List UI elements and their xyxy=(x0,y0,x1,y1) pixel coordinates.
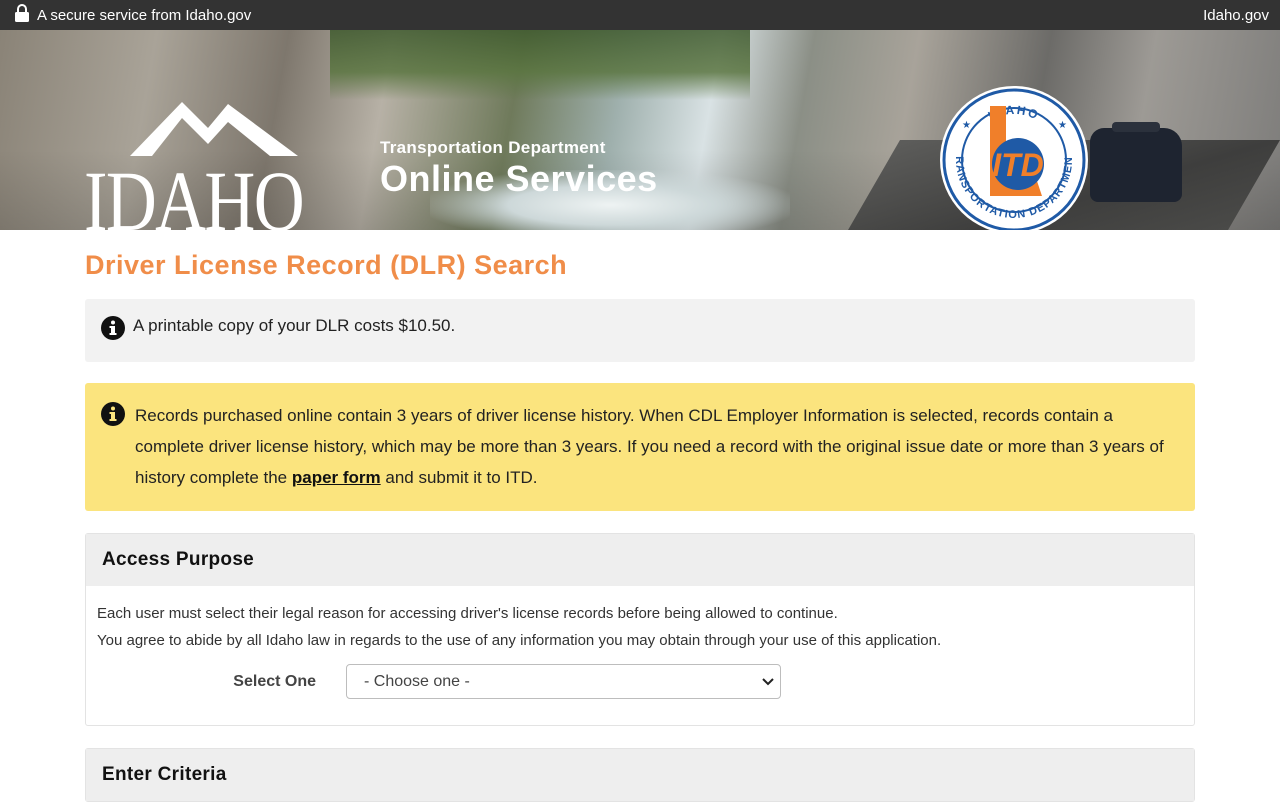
header-banner: IDAHO Transportation Department Online S… xyxy=(0,30,1280,230)
access-instructions-line2: You agree to abide by all Idaho law in r… xyxy=(97,632,942,649)
purpose-select-row: Select One - Choose one - xyxy=(97,664,1183,699)
enter-criteria-heading: Enter Criteria xyxy=(86,749,1194,801)
dept-title: Online Services xyxy=(380,158,658,199)
chevron-down-icon xyxy=(762,668,774,695)
access-instructions-line1: Each user must select their legal reason… xyxy=(97,605,838,622)
history-text-before: Records purchased online contain 3 years… xyxy=(135,406,1164,487)
cost-notice: A printable copy of your DLR costs $10.5… xyxy=(85,299,1195,362)
itd-seal-logo: IDAHO TRANSPORTATION DEPARTMENT ITD ★ ★ xyxy=(938,84,1088,230)
main-content: Driver License Record (DLR) Search A pri… xyxy=(85,250,1195,802)
info-icon xyxy=(101,316,125,345)
svg-text:★: ★ xyxy=(1058,120,1067,131)
cost-text: A printable copy of your DLR costs $10.5… xyxy=(133,316,456,335)
banner-car xyxy=(1090,122,1182,202)
page-title: Driver License Record (DLR) Search xyxy=(85,250,568,280)
access-purpose-body: Each user must select their legal reason… xyxy=(86,586,1194,725)
idaho-gov-link[interactable]: Idaho.gov xyxy=(1203,7,1269,24)
svg-text:★: ★ xyxy=(962,120,971,131)
access-purpose-heading: Access Purpose xyxy=(86,534,1194,586)
mountain-logo-icon xyxy=(130,102,298,156)
idaho-logo[interactable]: IDAHO xyxy=(84,94,344,230)
idaho-wordmark: IDAHO xyxy=(84,153,305,230)
secure-notice: A secure service from Idaho.gov xyxy=(14,4,251,26)
enter-criteria-panel: Enter Criteria xyxy=(85,748,1195,802)
history-text-after: and submit it to ITD. xyxy=(380,468,538,487)
paper-form-link[interactable]: paper form xyxy=(292,468,381,487)
secure-text: A secure service from Idaho.gov xyxy=(37,6,252,24)
seal-letters: ITD xyxy=(992,147,1044,183)
lock-icon xyxy=(14,4,30,26)
access-purpose-panel: Access Purpose Each user must select the… xyxy=(85,533,1195,726)
select-one-label: Select One xyxy=(233,673,316,690)
secure-service-bar: A secure service from Idaho.gov Idaho.go… xyxy=(0,0,1280,30)
history-notice: Records purchased online contain 3 years… xyxy=(85,383,1195,511)
banner-trees xyxy=(330,30,750,100)
select-value: - Choose one - xyxy=(364,673,470,690)
dept-subtitle: Transportation Department xyxy=(380,138,606,157)
info-icon xyxy=(101,402,125,436)
history-text: Records purchased online contain 3 years… xyxy=(135,400,1179,493)
access-purpose-select[interactable]: - Choose one - xyxy=(346,664,781,699)
